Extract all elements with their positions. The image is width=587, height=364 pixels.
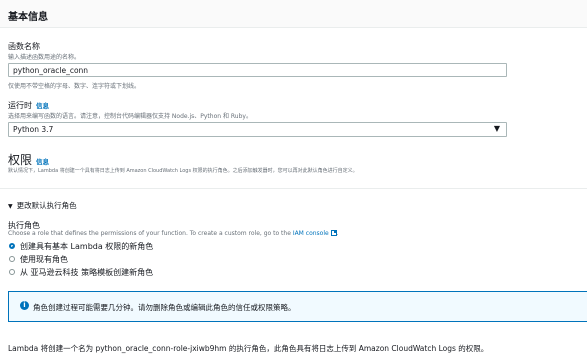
runtime-select[interactable]: Python 3.7 ▼ [8,122,507,137]
section-title: 基本信息 [8,12,48,23]
runtime-label: 运行时 [8,101,32,110]
function-name-input[interactable]: python_oracle_conn [8,63,507,77]
radio-create-from-template[interactable] [9,269,15,275]
permissions-info-link[interactable]: 信息 [36,158,49,166]
execution-role-help: Choose a role that defines the permissio… [8,230,339,237]
runtime-help: 选择用来编写函数的语言。请注意，控制台代码编辑器仅支持 Node.js、Pyth… [8,113,252,120]
runtime-selected-value: Python 3.7 [13,125,54,134]
info-alert: i 角色创建过程可能需要几分钟。请勿删除角色或编辑此角色的信任或权限策略。 [8,291,587,322]
info-icon: i [20,301,29,310]
expanded-caret-icon: ▼ [8,203,13,210]
permissions-title-row: 权限 信息 [8,151,49,168]
external-link-icon [330,230,337,236]
permissions-help: 默认情况下，Lambda 将创建一个具有将日志上传到 Amazon CloudW… [8,168,358,174]
radio-use-existing-role[interactable] [9,256,15,262]
caret-down-icon: ▼ [493,124,500,133]
iam-console-link[interactable]: IAM console [293,230,329,237]
radio-label-use-existing-role[interactable]: 使用现有角色 [20,254,68,265]
expander-label: 更改默认执行角色 [16,201,77,210]
role-summary-text: Lambda 将创建一个名为 python_oracle_conn-role-j… [8,344,489,353]
change-role-expander[interactable]: ▼ 更改默认执行角色 [8,200,77,211]
function-name-value: python_oracle_conn [13,66,89,75]
radio-label-create-basic-role[interactable]: 创建具有基本 Lambda 权限的新角色 [20,241,153,252]
runtime-info-link[interactable]: 信息 [36,102,49,110]
alert-text: 角色创建过程可能需要几分钟。请勿删除角色或编辑此角色的信任或权限策略。 [33,303,296,312]
runtime-label-row: 运行时 信息 [8,100,49,111]
radio-label-create-from-template[interactable]: 从 亚马逊云科技 策略模板创建新角色 [20,267,153,278]
function-name-label: 函数名称 [8,42,40,51]
permissions-title: 权限 [8,153,33,167]
divider [0,188,587,189]
function-name-constraint: 仅使用不带空格的字母、数字、连字符或下划线。 [8,83,141,90]
section-header: 基本信息 [0,0,587,28]
radio-create-basic-role[interactable] [9,243,15,249]
function-name-help: 输入描述函数用途的名称。 [8,54,81,61]
execution-role-help-text: Choose a role that defines the permissio… [8,230,291,237]
